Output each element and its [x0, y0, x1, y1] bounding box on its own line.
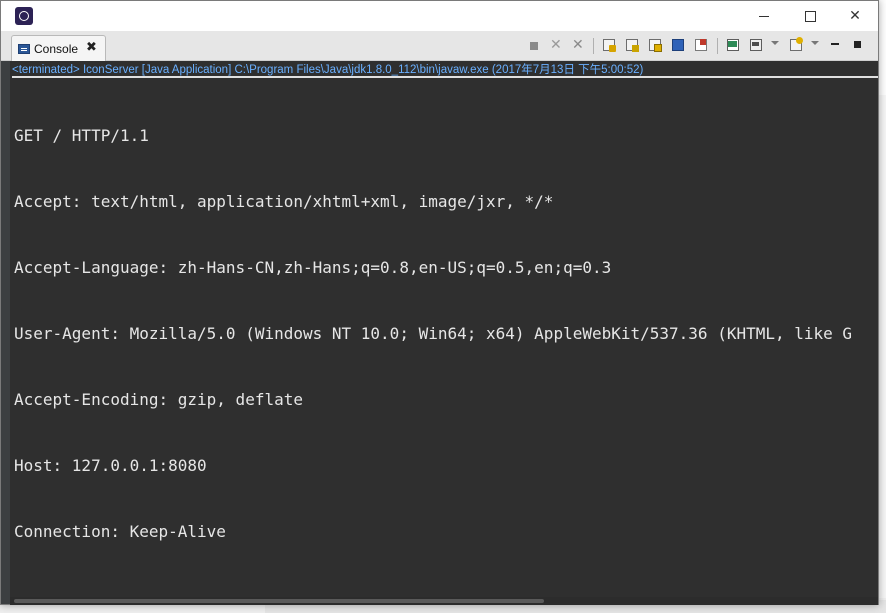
launch-status-label: <terminated> IconServer [Java Applicatio…	[12, 63, 878, 78]
title-bar[interactable]: ✕	[1, 1, 878, 31]
console-line: Connection: Keep-Alive	[14, 522, 226, 541]
console-line: Accept-Language: zh-Hans-CN,zh-Hans;q=0.…	[14, 258, 612, 277]
window-maximize-button[interactable]	[787, 1, 833, 31]
console-line: GET / HTTP/1.1	[14, 126, 149, 145]
console-output[interactable]: GET / HTTP/1.1 Accept: text/html, applic…	[14, 81, 876, 587]
minimize-icon[interactable]	[827, 37, 845, 54]
console-window: ✕ Console ✖ ✕ ✕ <terminated> IconServer …	[0, 0, 879, 605]
pin-console-icon[interactable]	[692, 37, 710, 54]
console-icon	[18, 44, 30, 54]
tab-console[interactable]: Console ✖	[11, 35, 106, 61]
show-stderr-icon[interactable]	[669, 37, 687, 54]
toolbar-separator	[717, 38, 718, 54]
scroll-lock-icon[interactable]	[600, 37, 618, 54]
console-line: User-Agent: Mozilla/5.0 (Windows NT 10.0…	[14, 324, 853, 343]
terminate-icon[interactable]	[525, 37, 543, 54]
open-console-icon[interactable]	[747, 37, 765, 54]
horizontal-scrollbar-thumb[interactable]	[14, 599, 544, 603]
new-console-icon[interactable]	[787, 37, 805, 54]
console-line: Host: 127.0.0.1:8080	[14, 456, 207, 475]
tab-close-icon[interactable]: ✖	[86, 40, 97, 55]
remove-all-terminated-icon[interactable]: ✕	[569, 37, 587, 54]
display-selected-console-icon[interactable]	[724, 37, 742, 54]
remove-launch-icon[interactable]: ✕	[547, 37, 565, 54]
show-stdout-icon[interactable]	[646, 37, 664, 54]
maximize-icon[interactable]	[849, 37, 867, 54]
window-close-button[interactable]: ✕	[832, 1, 878, 31]
tab-console-label: Console	[34, 42, 79, 56]
chevron-down-icon[interactable]	[771, 41, 779, 45]
word-wrap-icon[interactable]	[623, 37, 641, 54]
view-tab-bar: Console ✖ ✕ ✕	[1, 31, 878, 61]
console-line: Accept: text/html, application/xhtml+xml…	[14, 192, 554, 211]
toolbar-separator	[593, 38, 594, 54]
chevron-down-icon[interactable]	[811, 41, 819, 45]
horizontal-scrollbar[interactable]	[10, 597, 878, 605]
console-output-area[interactable]: <terminated> IconServer [Java Applicatio…	[10, 61, 878, 597]
eclipse-app-icon	[15, 7, 33, 25]
background-window-edge-right	[878, 95, 886, 613]
console-line: Accept-Encoding: gzip, deflate	[14, 390, 303, 409]
window-minimize-button[interactable]	[741, 1, 787, 31]
